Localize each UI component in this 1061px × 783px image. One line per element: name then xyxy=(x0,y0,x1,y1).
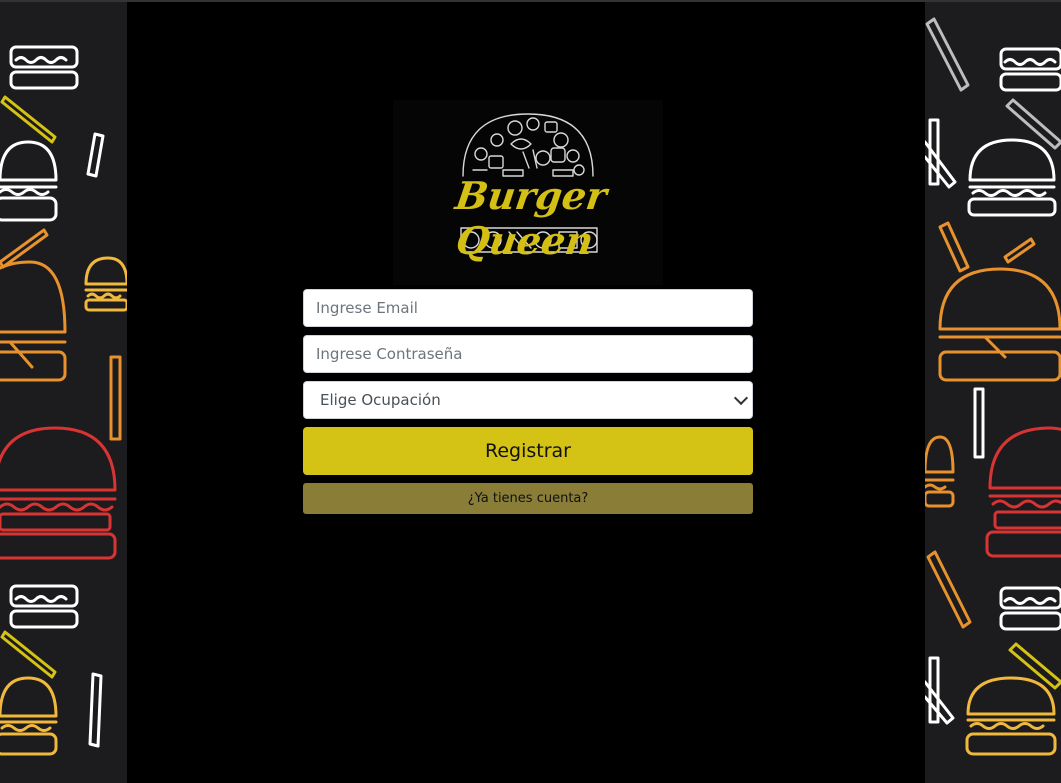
register-form: Elige Ocupación Registrar ¿Ya tienes cue… xyxy=(303,289,753,514)
email-field-wrapper xyxy=(303,289,753,327)
burger-icon xyxy=(84,256,127,312)
fries-icon xyxy=(925,656,955,725)
fries-icon xyxy=(938,221,1036,273)
burger-icon xyxy=(0,260,67,382)
password-field[interactable] xyxy=(316,345,740,363)
burger-icon xyxy=(0,426,117,560)
fries-icon xyxy=(973,387,985,459)
fries-icon xyxy=(86,132,105,178)
have-account-button[interactable]: ¿Ya tienes cuenta? xyxy=(303,483,753,514)
burger-icon xyxy=(0,676,58,756)
burger-pattern-left xyxy=(0,45,127,756)
chevron-down-icon xyxy=(733,390,749,406)
password-field-wrapper xyxy=(303,335,753,373)
burger-icon xyxy=(938,267,1061,382)
fries-icon xyxy=(0,95,57,144)
burger-icon xyxy=(999,586,1061,631)
occupation-select[interactable]: Elige Ocupación xyxy=(303,381,753,419)
fries-icon xyxy=(925,17,1061,150)
burger-icon xyxy=(967,138,1057,217)
fries-icon xyxy=(109,355,122,441)
fries-icon xyxy=(925,118,957,189)
email-field[interactable] xyxy=(316,299,740,317)
burger-icon xyxy=(985,426,1061,558)
burger-icon xyxy=(0,140,58,222)
brand-name: Burger Queen xyxy=(452,173,610,263)
fries-icon xyxy=(926,550,972,629)
occupation-selected-value: Elige Ocupación xyxy=(320,391,441,409)
left-pattern-panel xyxy=(0,2,127,783)
right-pattern-panel xyxy=(925,2,1061,783)
register-button[interactable]: Registrar xyxy=(303,427,753,475)
burger-pattern-right xyxy=(925,17,1061,756)
burger-icon xyxy=(925,435,955,508)
burger-icon xyxy=(999,47,1061,92)
burger-icon xyxy=(965,676,1057,756)
fries-icon xyxy=(88,672,103,748)
burger-icon xyxy=(9,584,79,629)
brand-logo: Burger Queen xyxy=(393,100,663,285)
burger-icon xyxy=(9,45,79,90)
fries-icon xyxy=(0,630,57,679)
